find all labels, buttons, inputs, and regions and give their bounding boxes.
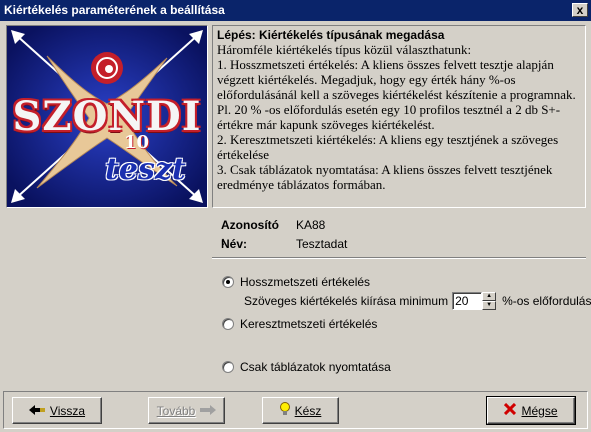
minimum-prefix: Szöveges kiértékelés kiírása minimum xyxy=(244,294,449,308)
next-button[interactable]: Tovább xyxy=(148,397,225,424)
option-longitudinal[interactable]: Hosszmetszeti értékelés xyxy=(222,274,370,290)
button-bar: Vissza Tovább Kész Mégse xyxy=(3,391,588,429)
done-button-label: Kész xyxy=(294,403,322,418)
logo-subtitle: teszt xyxy=(105,152,186,187)
minimum-spinner[interactable]: ▲ ▼ xyxy=(482,292,497,310)
radio-cross[interactable] xyxy=(222,318,234,330)
back-button[interactable]: Vissza xyxy=(12,397,102,424)
id-value: KA88 xyxy=(296,218,326,232)
back-button-label: Vissza xyxy=(49,403,86,418)
radio-longitudinal[interactable] xyxy=(222,276,234,288)
info-panel: Lépés: Kiértékelés típusának megadása Há… xyxy=(212,25,586,208)
spin-up-button[interactable]: ▲ xyxy=(482,292,497,301)
option-tables[interactable]: Csak táblázatok nyomtatása xyxy=(222,359,391,375)
lightbulb-icon xyxy=(279,402,290,419)
minimum-suffix: %-os előfordulásnál xyxy=(502,294,591,308)
option-tables-label: Csak táblázatok nyomtatása xyxy=(240,360,391,374)
client-fields: Azonosító : KA88 Név: Tesztadat xyxy=(213,211,585,253)
radio-tables[interactable] xyxy=(222,361,234,373)
name-value: Tesztadat xyxy=(296,237,348,251)
red-x-icon xyxy=(504,402,517,418)
logo-title: SZONDI xyxy=(12,93,202,140)
dialog-window: Kiértékelés paraméterének a beállítása x xyxy=(0,0,591,432)
minimum-percent-input[interactable] xyxy=(452,292,483,310)
back-arrow-icon xyxy=(28,404,45,418)
step-description: Háromféle kiértékelés típus közül válasz… xyxy=(217,42,581,192)
cancel-button[interactable]: Mégse xyxy=(486,396,576,425)
option-cross[interactable]: Keresztmetszeti értékelés xyxy=(222,316,377,332)
close-button[interactable]: x xyxy=(572,3,588,17)
minimum-row: Szöveges kiértékelés kiírása minimum ▲ ▼… xyxy=(244,291,591,311)
cancel-button-label: Mégse xyxy=(521,403,558,418)
option-longitudinal-label: Hosszmetszeti értékelés xyxy=(240,275,371,289)
info-paragraph: 3. Csak táblázatok nyomtatása: A kliens … xyxy=(217,162,553,192)
szondi-logo: SZONDI 10 teszt xyxy=(6,25,208,208)
info-paragraph: 1. Hosszmetszeti értékelés: A kliens öss… xyxy=(217,57,576,132)
info-paragraph: 2. Keresztmetszeti kiértékelés: A kliens… xyxy=(217,132,559,162)
info-paragraph: Háromféle kiértékelés típus közül válasz… xyxy=(217,42,472,57)
next-button-label: Tovább xyxy=(156,403,196,418)
section-divider xyxy=(212,257,586,259)
logo-number: 10 xyxy=(124,132,150,153)
done-button[interactable]: Kész xyxy=(262,397,339,424)
step-heading: Lépés: Kiértékelés típusának megadása xyxy=(217,28,445,42)
window-title: Kiértékelés paraméterének a beállítása xyxy=(4,3,225,17)
spin-down-button[interactable]: ▼ xyxy=(482,301,497,310)
name-label: Név: xyxy=(221,237,248,251)
option-cross-label: Keresztmetszeti értékelés xyxy=(240,317,378,331)
next-arrow-icon xyxy=(200,404,217,418)
title-bar: Kiértékelés paraméterének a beállítása x xyxy=(0,0,591,21)
